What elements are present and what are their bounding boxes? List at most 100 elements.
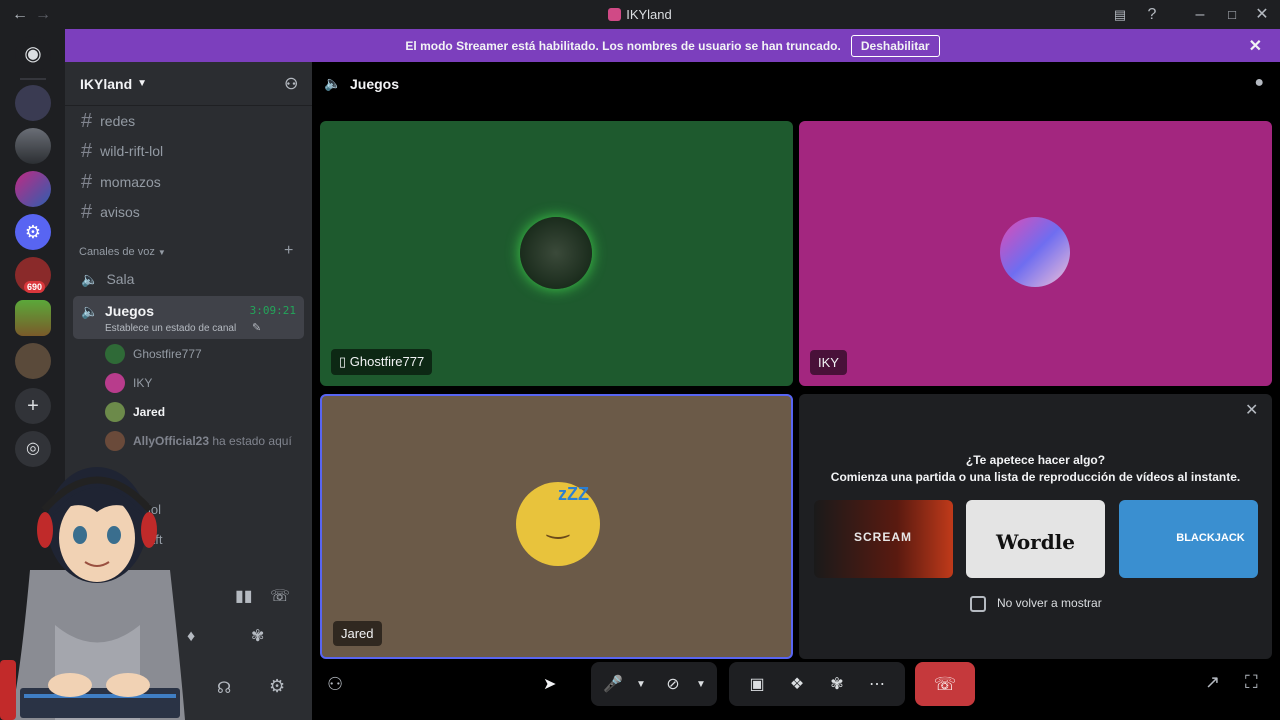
- card-label: SCREAM: [854, 530, 913, 544]
- pencil-icon[interactable]: ✎: [252, 321, 261, 334]
- streamer-mode-banner: El modo Streamer está habilitado. Los no…: [65, 29, 1280, 62]
- end-call-button[interactable]: ☏: [915, 662, 975, 706]
- app-logo-icon: [608, 8, 622, 21]
- activity-title: ¿Te apetece hacer algo?: [965, 453, 1106, 467]
- card-label: Wordle: [995, 530, 1075, 554]
- close-activity-icon[interactable]: ✕: [1245, 400, 1258, 420]
- create-channel-icon[interactable]: +: [284, 242, 293, 260]
- chevron-down-icon[interactable]: ▼: [687, 679, 715, 690]
- tile-name: Jared: [333, 621, 382, 646]
- chat-bubble-icon[interactable]: ●: [1254, 74, 1264, 92]
- text-channel-avisos[interactable]: # avisos: [73, 197, 303, 227]
- video-tile-iky[interactable]: IKY: [799, 121, 1272, 386]
- voice-user[interactable]: IKY: [105, 371, 152, 395]
- settings-gear-icon[interactable]: ⚙: [269, 676, 285, 697]
- invite-icon[interactable]: ⚇: [327, 674, 343, 695]
- channel-label: redes: [100, 113, 136, 129]
- help-icon[interactable]: ?: [1142, 5, 1162, 25]
- close-banner-icon[interactable]: ✕: [1249, 36, 1262, 56]
- activity-subtitle: Comienza una partida o una lista de repr…: [830, 470, 1241, 484]
- voice-call-view: 🔈 Juegos ● ▯ Ghostfire777 IKY ‿ zZZ Jare…: [312, 62, 1280, 720]
- headphones-icon[interactable]: ☊: [217, 678, 231, 698]
- avatar: [520, 217, 592, 289]
- channel-label: Sala: [106, 271, 135, 287]
- voice-channel-sala[interactable]: 🔈 Sala: [73, 264, 303, 294]
- server-icon-gear[interactable]: ⚙: [15, 214, 51, 250]
- share-controls: ▣ ❖ ✾ ⋯: [729, 662, 905, 706]
- rail-divider: [20, 78, 46, 80]
- streamer-avatar-overlay: [0, 467, 185, 720]
- tile-name: ▯ Ghostfire777: [331, 349, 433, 375]
- hash-icon: #: [81, 170, 93, 193]
- avatar: [105, 431, 125, 451]
- tile-label: IKY: [818, 355, 839, 370]
- server-header[interactable]: IKYland ▼ ⚇: [65, 62, 312, 106]
- disable-streamer-button[interactable]: Deshabilitar: [850, 34, 940, 57]
- activity-card-blackjack[interactable]: BLACKJACK: [1119, 500, 1258, 578]
- hash-icon: #: [81, 139, 93, 162]
- category-label: Canales de voz: [79, 246, 155, 258]
- hash-icon: #: [81, 200, 93, 223]
- card-label: BLACKJACK: [1176, 532, 1245, 544]
- avatar: [105, 373, 125, 393]
- tile-label: Ghostfire777: [349, 354, 425, 369]
- screen-share-icon[interactable]: ▣: [743, 674, 771, 694]
- video-tile-ghostfire777[interactable]: ▯ Ghostfire777: [320, 121, 793, 386]
- close-window-icon[interactable]: ✕: [1252, 5, 1272, 25]
- channel-label: Juegos: [105, 303, 155, 319]
- soundboard-icon[interactable]: ✾: [823, 674, 851, 694]
- camera-off-icon[interactable]: ⊘: [659, 674, 687, 694]
- noise-suppression-icon[interactable]: ▮▮: [235, 586, 253, 606]
- channel-status[interactable]: Establece un estado de canal: [105, 323, 236, 334]
- text-channel-wild-rift-lol[interactable]: # wild-rift-lol: [73, 136, 303, 166]
- ally-suffix: ha estado aquí: [212, 434, 292, 448]
- server-icon-1[interactable]: [15, 85, 51, 121]
- chevron-down-icon: ▼: [157, 248, 166, 257]
- discord-home-icon[interactable]: ◉: [15, 36, 51, 72]
- call-header: 🔈 Juegos ●: [312, 62, 1280, 106]
- user-name: Ghostfire777: [133, 347, 202, 361]
- tile-name: IKY: [810, 350, 847, 375]
- disconnect-icon[interactable]: ☏: [270, 586, 290, 606]
- video-tile-jared[interactable]: ‿ zZZ Jared: [320, 394, 793, 659]
- text-channel-momazos[interactable]: # momazos: [73, 167, 303, 197]
- chevron-down-icon: ▼: [137, 78, 148, 89]
- invite-user-icon[interactable]: ⚇: [285, 75, 298, 93]
- activity-card-scream[interactable]: SCREAM: [814, 500, 953, 578]
- soundboard-icon[interactable]: ✾: [251, 626, 264, 646]
- voice-user[interactable]: Jared: [105, 400, 165, 424]
- maximize-icon[interactable]: □: [1222, 5, 1242, 25]
- mic-camera-controls: 🎤 ▼ ⊘ ▼: [591, 662, 717, 706]
- avatar: [1000, 217, 1070, 287]
- voice-user[interactable]: Ghostfire777: [105, 342, 202, 366]
- voice-channel-juegos[interactable]: 🔈 Juegos 3:09:21 Establece un estado de …: [73, 296, 304, 339]
- microphone-icon[interactable]: 🎤: [599, 674, 627, 694]
- text-channel-redes[interactable]: # redes: [73, 106, 303, 136]
- server-icon-minecraft[interactable]: [15, 300, 51, 336]
- popout-icon[interactable]: ↗: [1205, 672, 1220, 693]
- activities-icon[interactable]: ❖: [783, 674, 811, 694]
- add-server-icon[interactable]: +: [15, 388, 51, 424]
- activity-card-wordle[interactable]: Wordle: [966, 500, 1105, 578]
- fullscreen-icon[interactable]: ⛶: [1245, 672, 1258, 693]
- chevron-down-icon[interactable]: ▼: [627, 679, 655, 690]
- checkbox-label: No volver a mostrar: [997, 596, 1102, 610]
- server-icon-ikyland[interactable]: [15, 171, 51, 207]
- call-timer: 3:09:21: [249, 304, 296, 317]
- server-icon-2[interactable]: [15, 128, 51, 164]
- avatar: [105, 402, 125, 422]
- speaker-icon: 🔈: [81, 270, 99, 287]
- phone-icon: ▯: [339, 354, 347, 369]
- speaker-icon: 🔈: [81, 303, 99, 319]
- hangup-icon: ☏: [933, 674, 957, 694]
- mention-badge: 690: [24, 281, 46, 293]
- avatar: [105, 344, 125, 364]
- more-icon[interactable]: ⋯: [863, 674, 891, 694]
- channel-label: wild-rift-lol: [100, 143, 164, 159]
- voice-category[interactable]: Canales de voz ▼: [79, 246, 166, 258]
- server-icon-7[interactable]: [15, 343, 51, 379]
- inbox-icon[interactable]: ▤: [1110, 5, 1130, 25]
- dont-show-checkbox[interactable]: [970, 596, 986, 612]
- minimize-icon[interactable]: –: [1190, 5, 1210, 25]
- speaker-icon: 🔈: [324, 75, 342, 91]
